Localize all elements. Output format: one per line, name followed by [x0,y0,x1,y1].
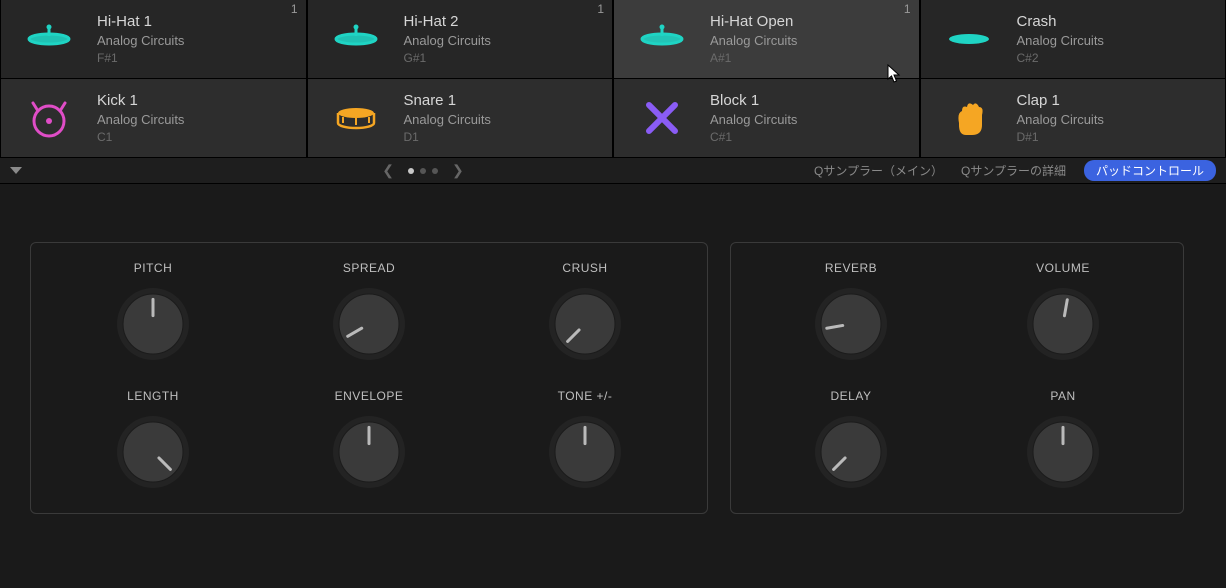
knob-envelope[interactable] [330,413,408,491]
knob-label: LENGTH [127,389,179,403]
pad-note: D1 [404,130,599,144]
pad-name: Hi-Hat Open [710,13,905,30]
pad-name: Block 1 [710,92,905,109]
knob-label: DELAY [831,389,872,403]
prev-page-button[interactable]: ❮ [382,162,394,179]
hihat-icon [308,0,404,78]
knob-label: REVERB [825,261,877,275]
knob-label: PAN [1050,389,1075,403]
drum-pad-hi-hat-1[interactable]: Hi-Hat 1 Analog Circuits F#1 1 [0,0,307,79]
knob-delay[interactable] [812,413,890,491]
drum-pad-hi-hat-2[interactable]: Hi-Hat 2 Analog Circuits G#1 1 [307,0,614,79]
clap-icon [921,79,1017,157]
pad-name: Crash [1017,13,1212,30]
tab-pad-control[interactable]: パッドコントロール [1084,160,1216,181]
knob-label: TONE +/- [558,389,613,403]
page-dot[interactable] [420,168,426,174]
next-page-button[interactable]: ❯ [452,162,464,179]
pad-name: Hi-Hat 1 [97,13,292,30]
pad-group-badge: 1 [904,2,911,16]
page-dots [408,168,438,174]
pad-note: F#1 [97,51,292,65]
disclosure-toggle[interactable] [10,167,22,174]
page-nav-bar: ❮ ❯ Qサンプラー（メイン） Qサンプラーの詳細 パッドコントロール [0,158,1226,184]
knob-panel-left: PITCH SPREAD CRUSH LENGTH ENVELOPE [30,242,708,514]
knob-length[interactable] [114,413,192,491]
drum-pad-hi-hat-open[interactable]: Hi-Hat Open Analog Circuits A#1 1 [613,0,920,79]
pad-note: A#1 [710,51,905,65]
page-dot[interactable] [432,168,438,174]
drum-pad-clap-1[interactable]: Clap 1 Analog Circuits D#1 [920,79,1226,158]
drum-pad-crash[interactable]: Crash Analog Circuits C#2 [920,0,1226,79]
knob-label: PITCH [134,261,173,275]
pad-note: C#1 [710,130,905,144]
page-dot[interactable] [408,168,414,174]
kick-icon [1,79,97,157]
knob-crush[interactable] [546,285,624,363]
pad-group-badge: 1 [597,2,604,16]
pad-kit: Analog Circuits [1017,33,1212,48]
pad-note: C#2 [1017,51,1212,65]
knob-panel-right: REVERB VOLUME DELAY PAN [730,242,1184,514]
pad-name: Clap 1 [1017,92,1212,109]
drum-pad-snare-1[interactable]: Snare 1 Analog Circuits D1 [307,79,614,158]
pad-note: C1 [97,130,292,144]
knob-label: VOLUME [1036,261,1090,275]
hihat-icon [1,0,97,78]
pad-kit: Analog Circuits [404,112,599,127]
knob-spread[interactable] [330,285,408,363]
knob-label: SPREAD [343,261,395,275]
knob-label: ENVELOPE [335,389,404,403]
knob-pan[interactable] [1024,413,1102,491]
pad-kit: Analog Circuits [1017,112,1212,127]
pad-note: D#1 [1017,130,1212,144]
cymbal-icon [921,0,1017,78]
snare-icon [308,79,404,157]
hihat-icon [614,0,710,78]
pad-kit: Analog Circuits [710,33,905,48]
knob-reverb[interactable] [812,285,890,363]
pad-kit: Analog Circuits [97,33,292,48]
pad-kit: Analog Circuits [710,112,905,127]
knob-volume[interactable] [1024,285,1102,363]
tab-qsampler-main[interactable]: Qサンプラー（メイン） [814,162,943,179]
knob-pitch[interactable] [114,285,192,363]
knob-label: CRUSH [562,261,607,275]
pad-group-badge: 1 [291,2,298,16]
pad-name: Kick 1 [97,92,292,109]
knob-tone-[interactable] [546,413,624,491]
pad-kit: Analog Circuits [404,33,599,48]
tab-qsampler-detail[interactable]: Qサンプラーの詳細 [961,162,1066,179]
pad-name: Hi-Hat 2 [404,13,599,30]
pad-name: Snare 1 [404,92,599,109]
drum-pad-block-1[interactable]: Block 1 Analog Circuits C#1 [613,79,920,158]
block-icon [614,79,710,157]
pad-kit: Analog Circuits [97,112,292,127]
pad-note: G#1 [404,51,599,65]
drum-pad-kick-1[interactable]: Kick 1 Analog Circuits C1 [0,79,307,158]
